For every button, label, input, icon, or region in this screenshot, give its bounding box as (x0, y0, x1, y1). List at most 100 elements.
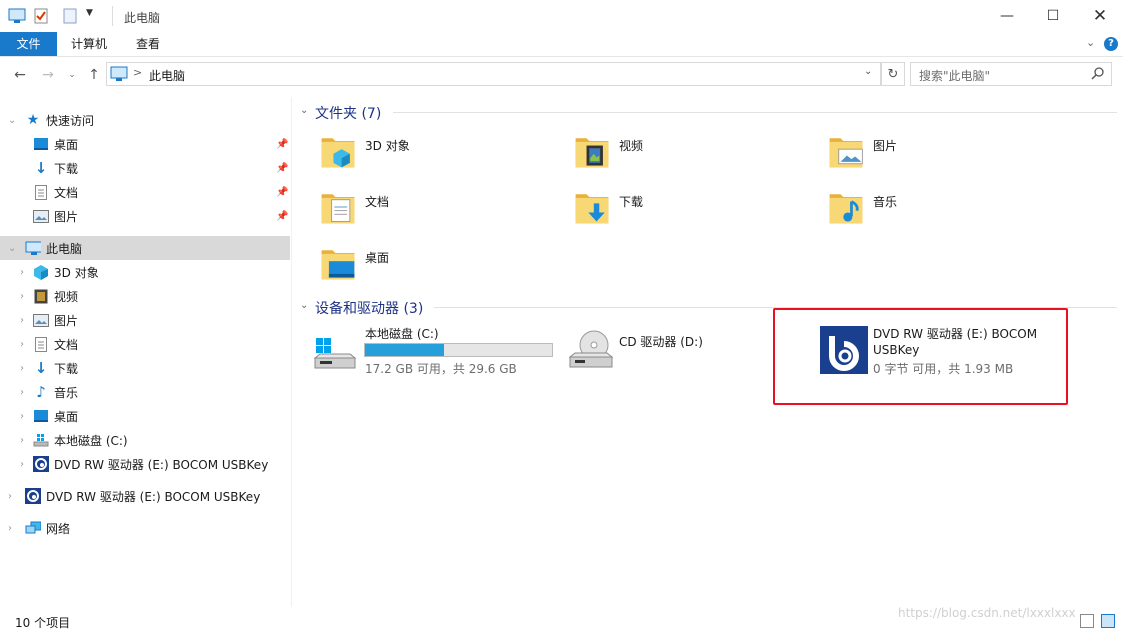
sidebar-item-this-pc[interactable]: ⌄ 此电脑 (0, 236, 290, 260)
highlight-box (773, 308, 1068, 405)
ribbon-expand-chevron-icon[interactable]: ⌄ (1086, 36, 1095, 49)
drive-e-name-line1[interactable]: DVD RW 驱动器 (E:) BOCOM (873, 325, 1037, 342)
expanded-chevron-icon[interactable]: ⌄ (8, 115, 16, 126)
folder-music-label[interactable]: 音乐 (873, 193, 897, 210)
desktop-folder-icon[interactable] (318, 243, 358, 283)
collapsed-chevron-icon[interactable]: › (8, 523, 12, 534)
sidebar-label: 下载 (54, 361, 79, 376)
sidebar-item-quick-access[interactable]: ⌄ ★ 快速访问 (0, 108, 290, 132)
properties-icon[interactable] (33, 8, 49, 27)
content-area: ⌄ 文件夹 (7) 3D 对象 视频 图片 文档 下载 音乐 桌面 ⌄ 设备和驱… (294, 97, 1123, 607)
close-button[interactable]: ✕ (1077, 0, 1123, 32)
3d-objects-folder-icon[interactable] (318, 131, 358, 171)
sidebar-item-videos[interactable]: › 视频 (0, 284, 290, 308)
pin-icon[interactable]: 📌 (276, 211, 288, 222)
group-collapse-chevron-icon[interactable]: ⌄ (300, 105, 308, 116)
bocom-logo-icon[interactable] (820, 326, 868, 374)
navigation-pane: ⌄ ★ 快速访问 桌面 📌 ↓ 下载 📌 文档 📌 图片 📌 ⌄ 此电脑 › 3… (0, 97, 292, 607)
address-dropdown-icon[interactable]: ⌄ (864, 66, 872, 77)
sidebar-item-pictures[interactable]: 图片 📌 (0, 204, 290, 228)
sidebar-item-desktop[interactable]: 桌面 📌 (0, 132, 290, 156)
new-folder-icon[interactable] (63, 8, 77, 27)
music-folder-icon[interactable] (826, 187, 866, 227)
search-input[interactable]: 搜索"此电脑" (910, 62, 1112, 86)
group-collapse-chevron-icon[interactable]: ⌄ (300, 300, 308, 311)
sidebar-label: 桌面 (54, 137, 79, 152)
folder-pictures-label[interactable]: 图片 (873, 137, 897, 154)
collapsed-chevron-icon[interactable]: › (20, 291, 24, 302)
breadcrumb-separator[interactable]: > (133, 66, 142, 79)
collapsed-chevron-icon[interactable]: › (20, 339, 24, 350)
folder-videos-label[interactable]: 视频 (619, 137, 643, 154)
folder-desktop-label[interactable]: 桌面 (365, 249, 389, 266)
ribbon-tabs: 文件 计算机 查看 ⌄ ? (0, 32, 1123, 57)
computer-icon (25, 240, 41, 256)
collapsed-chevron-icon[interactable]: › (20, 387, 24, 398)
tab-view[interactable]: 查看 (124, 32, 172, 56)
minimize-button[interactable]: — (984, 0, 1030, 32)
downloads-folder-icon[interactable] (572, 187, 612, 227)
windows-drive-icon[interactable] (314, 336, 356, 372)
collapsed-chevron-icon[interactable]: › (8, 491, 12, 502)
sidebar-item-downloads-pc[interactable]: › ↓ 下载 (0, 356, 290, 380)
sidebar-item-dvd-e-root[interactable]: › DVD RW 驱动器 (E:) BOCOM USBKey (0, 484, 290, 508)
download-arrow-icon: ↓ (34, 359, 48, 377)
sidebar-label: 视频 (54, 289, 79, 304)
expanded-chevron-icon[interactable]: ⌄ (8, 243, 16, 254)
breadcrumb-this-pc[interactable]: 此电脑 (149, 67, 185, 84)
bocom-logo-icon (25, 488, 41, 504)
sidebar-item-documents[interactable]: 文档 📌 (0, 180, 290, 204)
folder-downloads-label[interactable]: 下载 (619, 193, 643, 210)
recent-locations-dropdown[interactable]: ⌄ (62, 65, 82, 85)
pin-icon[interactable]: 📌 (276, 187, 288, 198)
picture-icon (33, 312, 49, 328)
drive-c-space: 17.2 GB 可用，共 29.6 GB (365, 362, 517, 376)
large-icons-view-icon[interactable] (1101, 614, 1115, 628)
collapsed-chevron-icon[interactable]: › (20, 363, 24, 374)
maximize-button[interactable]: ☐ (1030, 0, 1076, 32)
up-arrow-icon[interactable]: ↑ (84, 65, 104, 85)
address-bar[interactable]: > 此电脑 ⌄ (106, 62, 881, 86)
sidebar-item-desktop-pc[interactable]: › 桌面 (0, 404, 290, 428)
sidebar-item-network[interactable]: › 网络 (0, 516, 290, 540)
sidebar-item-documents-pc[interactable]: › 文档 (0, 332, 290, 356)
folders-group-header[interactable]: 文件夹 (7) (315, 103, 381, 123)
forward-arrow-icon[interactable]: → (38, 65, 58, 85)
refresh-icon[interactable]: ↻ (881, 62, 905, 86)
videos-folder-icon[interactable] (572, 131, 612, 171)
details-view-icon[interactable] (1080, 614, 1094, 628)
document-icon (33, 336, 49, 352)
pin-icon[interactable]: 📌 (276, 139, 288, 150)
sidebar-label: DVD RW 驱动器 (E:) BOCOM USBKey (46, 489, 261, 504)
sidebar-item-pictures-pc[interactable]: › 图片 (0, 308, 290, 332)
drive-c-name[interactable]: 本地磁盘 (C:) (365, 325, 439, 342)
sidebar-item-music[interactable]: › ♪ 音乐 (0, 380, 290, 404)
collapsed-chevron-icon[interactable]: › (20, 267, 24, 278)
sidebar-item-local-disk-c[interactable]: › 本地磁盘 (C:) (0, 428, 290, 452)
sidebar-item-downloads[interactable]: ↓ 下载 📌 (0, 156, 290, 180)
help-icon[interactable]: ? (1104, 37, 1118, 51)
collapsed-chevron-icon[interactable]: › (20, 435, 24, 446)
pictures-folder-icon[interactable] (826, 131, 866, 171)
documents-folder-icon[interactable] (318, 187, 358, 227)
cd-drive-icon[interactable] (568, 329, 614, 369)
drive-d-name[interactable]: CD 驱动器 (D:) (619, 333, 703, 350)
back-arrow-icon[interactable]: ← (10, 65, 30, 85)
folder-3d-objects-label[interactable]: 3D 对象 (365, 137, 410, 154)
sidebar-item-3d-objects[interactable]: › 3D 对象 (0, 260, 290, 284)
document-icon (33, 184, 49, 200)
devices-group-header[interactable]: 设备和驱动器 (3) (315, 298, 423, 318)
collapsed-chevron-icon[interactable]: › (20, 459, 24, 470)
folder-documents-label[interactable]: 文档 (365, 193, 389, 210)
download-arrow-icon: ↓ (34, 159, 48, 177)
pin-icon[interactable]: 📌 (276, 163, 288, 174)
drive-e-name-line2[interactable]: USBKey (873, 343, 919, 357)
customize-toolbar-dropdown[interactable]: ▼ (86, 8, 93, 18)
tab-computer[interactable]: 计算机 (60, 32, 118, 56)
sidebar-item-dvd-e[interactable]: › DVD RW 驱动器 (E:) BOCOM USBKey (0, 452, 290, 476)
star-icon: ★ (26, 112, 40, 128)
window-title: 此电脑 (124, 11, 161, 25)
collapsed-chevron-icon[interactable]: › (20, 411, 24, 422)
collapsed-chevron-icon[interactable]: › (20, 315, 24, 326)
tab-file[interactable]: 文件 (0, 32, 57, 56)
